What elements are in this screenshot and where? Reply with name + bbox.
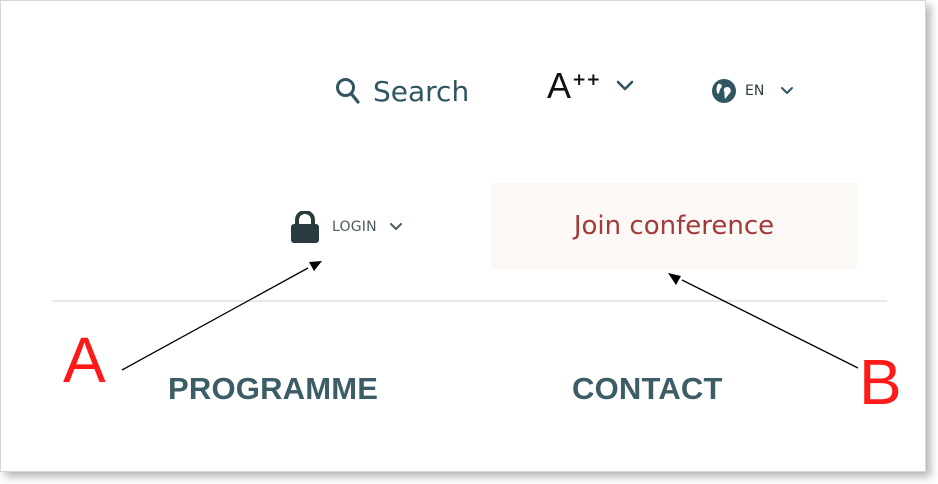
callout-label-a: A	[63, 324, 106, 396]
arrow-a-head	[309, 261, 322, 271]
arrow-a-line	[121, 267, 309, 371]
callout-label-b: B	[859, 346, 902, 418]
arrow-b-line	[681, 279, 859, 369]
annotation-arrows	[121, 261, 859, 371]
arrow-b-head	[668, 273, 681, 285]
